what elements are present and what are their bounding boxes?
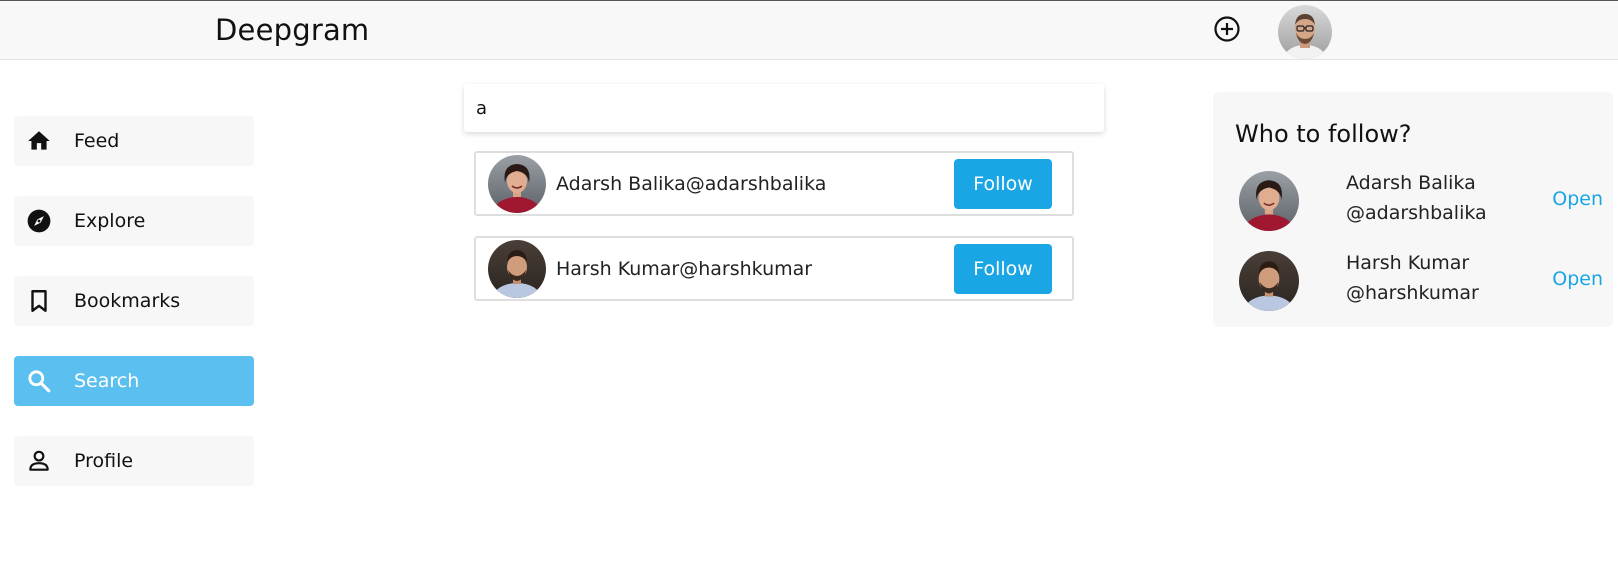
sidebar-item-label: Explore	[74, 210, 146, 232]
suggestion-item: Adarsh Balika @adarshbalika Open	[1239, 171, 1603, 235]
search-box	[464, 84, 1104, 132]
search-result-item: Adarsh Balika@adarshbalika Follow	[474, 151, 1074, 216]
avatar[interactable]	[488, 239, 546, 298]
plus-circle-icon	[1214, 16, 1240, 42]
avatar[interactable]	[488, 154, 546, 213]
sidebar-item-label: Profile	[74, 450, 134, 472]
home-icon	[26, 128, 52, 154]
search-input[interactable]	[474, 96, 1104, 120]
add-post-button[interactable]	[1213, 15, 1241, 43]
avatar[interactable]	[1239, 171, 1299, 231]
avatar[interactable]	[1239, 251, 1299, 311]
suggestion-name: Adarsh Balika	[1346, 172, 1476, 194]
sidebar-item-search[interactable]: Search	[14, 356, 254, 406]
who-to-follow-title: Who to follow?	[1235, 120, 1412, 148]
bookmark-icon	[26, 288, 52, 314]
open-profile-link[interactable]: Open	[1552, 268, 1603, 290]
user-avatar[interactable]	[1278, 5, 1332, 59]
result-user-name[interactable]: Adarsh Balika@adarshbalika	[556, 173, 954, 195]
follow-button[interactable]: Follow	[954, 243, 1052, 294]
sidebar-item-label: Bookmarks	[74, 290, 181, 312]
sidebar-item-feed[interactable]: Feed	[14, 116, 254, 166]
search-icon	[26, 368, 52, 394]
suggestion-handle: @adarshbalika	[1346, 202, 1487, 224]
open-profile-link[interactable]: Open	[1552, 188, 1603, 210]
search-result-item: Harsh Kumar@harshkumar Follow	[474, 236, 1074, 301]
sidebar-item-label: Feed	[74, 130, 120, 152]
sidebar-item-label: Search	[74, 370, 140, 392]
result-user-name[interactable]: Harsh Kumar@harshkumar	[556, 258, 954, 280]
compass-icon	[26, 208, 52, 234]
suggestion-item: Harsh Kumar @harshkumar Open	[1239, 251, 1603, 315]
user-avatar-image	[1278, 5, 1332, 59]
brand-logo[interactable]: Deepgram	[215, 13, 369, 47]
top-navbar: Deepgram	[0, 0, 1618, 60]
sidebar-item-explore[interactable]: Explore	[14, 196, 254, 246]
suggestion-handle: @harshkumar	[1346, 282, 1479, 304]
sidebar-item-profile[interactable]: Profile	[14, 436, 254, 486]
suggestion-name: Harsh Kumar	[1346, 252, 1470, 274]
sidebar-item-bookmarks[interactable]: Bookmarks	[14, 276, 254, 326]
person-icon	[26, 448, 52, 474]
who-to-follow-panel: Who to follow? Adarsh Balika @adarshbali…	[1213, 92, 1613, 327]
follow-button[interactable]: Follow	[954, 158, 1052, 209]
